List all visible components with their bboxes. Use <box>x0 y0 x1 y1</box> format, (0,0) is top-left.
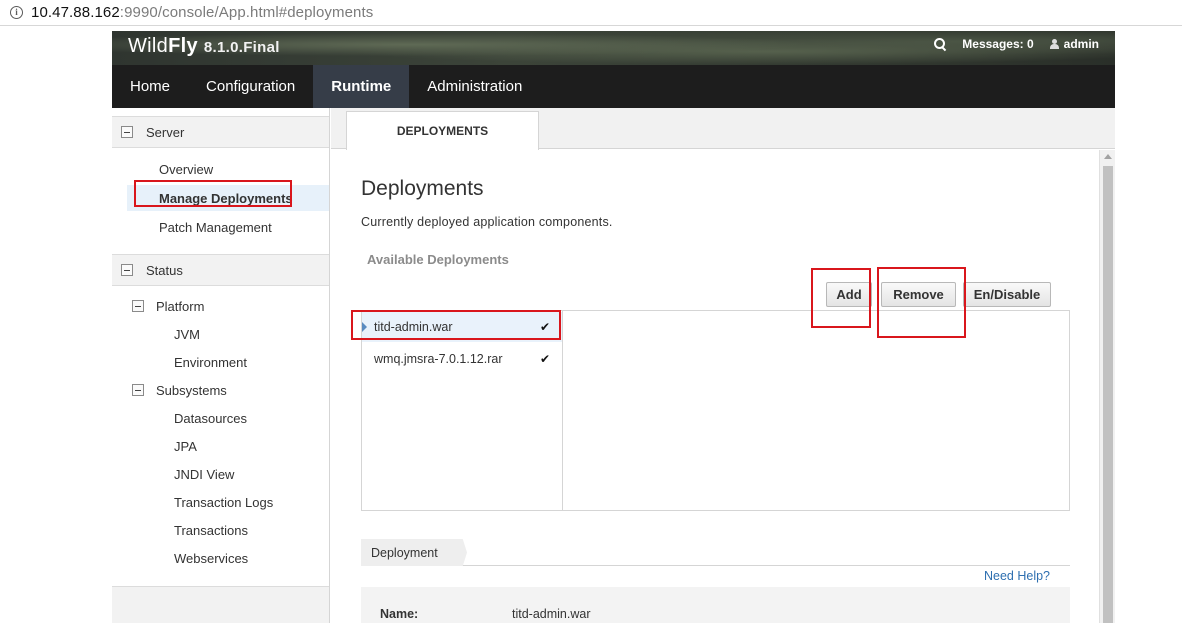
detail-tabbar: Deployment <box>361 539 1070 566</box>
sidebar-item-environment[interactable]: Environment <box>174 351 247 373</box>
sidebar-item-webservices[interactable]: Webservices <box>174 547 248 569</box>
en-disable-button[interactable]: En/Disable <box>963 282 1051 307</box>
name-label: Name: <box>380 607 419 621</box>
section-label: Server <box>146 124 185 140</box>
url-host: 10.47.88.162 <box>31 4 120 21</box>
sidebar-section-status[interactable]: Status <box>112 254 329 286</box>
sidebar-item-jndi-view[interactable]: JNDI View <box>174 463 234 485</box>
user-menu[interactable]: admin <box>1064 37 1099 51</box>
url-path: :9990/console/App.html#deployments <box>119 4 374 21</box>
collapse-icon[interactable] <box>121 264 133 276</box>
need-help-link[interactable]: Need Help? <box>984 569 1050 583</box>
page-title: Deployments <box>361 177 484 200</box>
sidebar-section-server[interactable]: Server <box>112 116 329 148</box>
deployment-row[interactable]: wmq.jmsra-7.0.1.12.rar ✔ <box>362 344 562 374</box>
collapse-icon[interactable] <box>121 126 133 138</box>
sidebar-item-transactions[interactable]: Transactions <box>174 519 248 541</box>
main-nav: Home Configuration Runtime Administratio… <box>112 65 1115 108</box>
brand-logo: WildFly 8.1.0.Final <box>128 35 280 58</box>
version-label: 8.1.0.Final <box>203 39 280 56</box>
section-label: Status <box>146 262 183 278</box>
available-deployments-label: Available Deployments <box>367 252 509 267</box>
deployments-list: titd-admin.war ✔ wmq.jmsra-7.0.1.12.rar … <box>362 311 563 510</box>
page-subtitle: Currently deployed application component… <box>361 215 613 229</box>
search-icon[interactable] <box>934 38 946 50</box>
brand-bar: WildFly 8.1.0.Final Messages: 0 admin <box>112 31 1115 65</box>
nav-tab-administration[interactable]: Administration <box>409 65 540 108</box>
main-content: DEPLOYMENTS Deployments Currently deploy… <box>331 108 1115 623</box>
sidebar-footer <box>112 586 329 623</box>
url-text[interactable]: 10.47.88.162:9990/console/App.html#deplo… <box>31 4 373 21</box>
tree-label: Platform <box>156 298 205 314</box>
vertical-scrollbar[interactable] <box>1099 150 1115 623</box>
highlight-deployment-row <box>351 310 561 340</box>
sidebar-item-transaction-logs[interactable]: Transaction Logs <box>174 491 273 513</box>
tree-item-subsystems[interactable]: Subsystems <box>132 379 227 401</box>
brand-prefix: Wild <box>128 35 169 57</box>
tab-deployments[interactable]: DEPLOYMENTS <box>346 111 539 150</box>
nav-tab-configuration[interactable]: Configuration <box>188 65 313 108</box>
scroll-up-icon[interactable] <box>1104 154 1112 159</box>
sidebar-item-overview[interactable]: Overview <box>127 156 329 182</box>
sidebar-item-patch-management[interactable]: Patch Management <box>127 214 329 240</box>
name-value: titd-admin.war <box>512 607 591 621</box>
tree-item-platform[interactable]: Platform <box>132 295 204 317</box>
content-tabs: DEPLOYMENTS <box>331 108 1115 150</box>
collapse-icon[interactable] <box>132 384 144 396</box>
sidebar-item-jvm[interactable]: JVM <box>174 323 200 345</box>
deployments-panel: titd-admin.war ✔ wmq.jmsra-7.0.1.12.rar … <box>361 310 1070 511</box>
user-icon <box>1049 39 1059 49</box>
highlight-add-button <box>811 268 871 328</box>
collapse-icon[interactable] <box>132 300 144 312</box>
sidebar-item-jpa[interactable]: JPA <box>174 435 197 457</box>
brand-fly: Fly <box>168 35 198 57</box>
nav-tab-runtime[interactable]: Runtime <box>313 65 410 108</box>
check-icon: ✔ <box>539 352 550 366</box>
deployment-name: wmq.jmsra-7.0.1.12.rar <box>374 352 503 366</box>
address-bar[interactable]: i 10.47.88.162:9990/console/App.html#dep… <box>0 0 1182 26</box>
tree-label: Subsystems <box>156 382 227 398</box>
tab-deployment-detail[interactable]: Deployment <box>361 539 467 566</box>
sidebar-item-datasources[interactable]: Datasources <box>174 407 247 429</box>
header-tools: Messages: 0 admin <box>934 37 1099 51</box>
messages-link[interactable]: Messages: 0 <box>962 37 1033 51</box>
info-icon[interactable]: i <box>10 6 23 19</box>
scroll-thumb[interactable] <box>1103 166 1113 623</box>
nav-tab-home[interactable]: Home <box>112 65 188 108</box>
deployment-detail-box: Name: titd-admin.war <box>361 587 1070 623</box>
highlight-remove-button <box>877 267 966 338</box>
highlight-manage-deployments <box>134 180 292 207</box>
